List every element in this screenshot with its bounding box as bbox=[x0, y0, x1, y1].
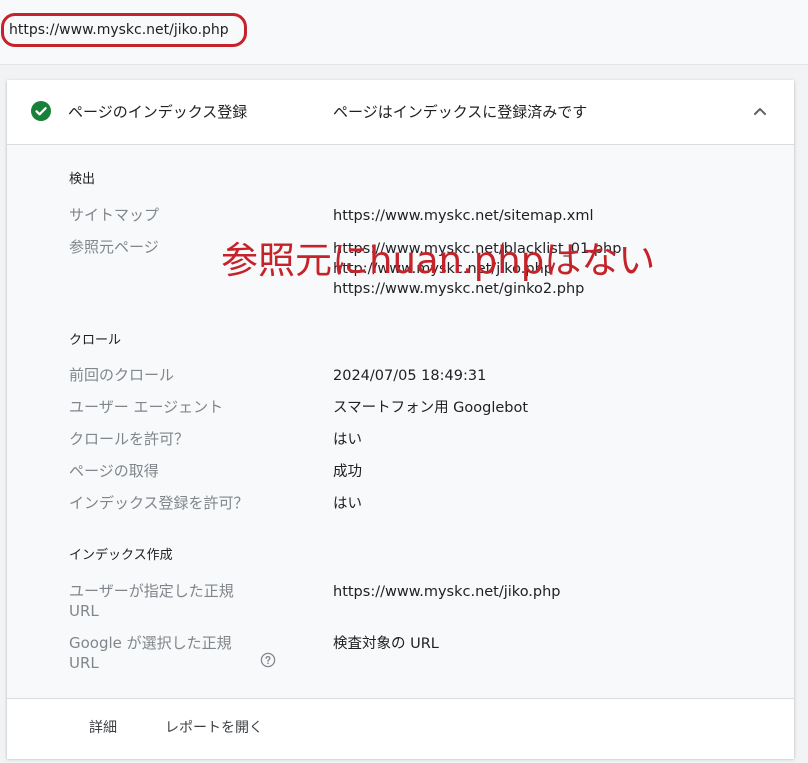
url-bar: https://www.myskc.net/jiko.php bbox=[0, 0, 808, 65]
google-canonical-value: 検査対象の URL bbox=[333, 636, 439, 652]
referring-page-label: 参照元ページ bbox=[69, 238, 159, 256]
check-circle-icon bbox=[31, 101, 51, 121]
google-canonical-label-cont: URL bbox=[69, 654, 99, 672]
user-canonical-label-cont: URL bbox=[69, 602, 99, 620]
crawl-allowed-label: クロールを許可？ bbox=[69, 430, 190, 448]
url-highlight-circle bbox=[1, 13, 247, 47]
card-header[interactable]: ページのインデックス登録 ページはインデックスに登録済みです bbox=[7, 80, 794, 145]
crawl-allowed-value: はい bbox=[333, 432, 362, 448]
indexing-allowed-label: インデックス登録を許可？ bbox=[69, 494, 249, 512]
card-body: 検出 サイトマップ https://www.myskc.net/sitemap.… bbox=[7, 145, 794, 698]
last-crawl-label: 前回のクロール bbox=[69, 366, 175, 384]
user-canonical-value: https://www.myskc.net/jiko.php bbox=[333, 584, 561, 600]
sitemap-label: サイトマップ bbox=[69, 206, 160, 224]
indexing-heading: インデックス作成 bbox=[69, 548, 173, 563]
user-canonical-label: ユーザーが指定した正規 bbox=[69, 582, 234, 600]
page-fetch-label: ページの取得 bbox=[69, 462, 159, 480]
crawl-heading: クロール bbox=[69, 333, 122, 348]
details-button[interactable]: 詳細 bbox=[89, 717, 117, 737]
help-circle-icon[interactable] bbox=[260, 652, 276, 668]
annotation-text: 参照元にhuan.phpはない bbox=[221, 239, 656, 282]
sitemap-value: https://www.myskc.net/sitemap.xml bbox=[333, 208, 594, 224]
chevron-up-icon[interactable] bbox=[748, 100, 772, 124]
card-footer: 詳細 レポートを開く bbox=[7, 698, 794, 759]
last-crawl-value: 2024/07/05 18:49:31 bbox=[333, 368, 487, 384]
card-title: ページのインデックス登録 bbox=[68, 103, 248, 121]
index-status: ページはインデックスに登録済みです bbox=[333, 103, 588, 121]
user-agent-value: スマートフォン用 Googlebot bbox=[333, 400, 529, 416]
page-indexing-card: ページのインデックス登録 ページはインデックスに登録済みです 検出 サイトマップ… bbox=[7, 80, 794, 759]
open-report-button[interactable]: レポートを開く bbox=[165, 717, 263, 737]
indexing-allowed-value: はい bbox=[333, 496, 362, 512]
discovery-heading: 検出 bbox=[69, 172, 96, 187]
user-agent-label: ユーザー エージェント bbox=[69, 398, 224, 416]
page-fetch-value: 成功 bbox=[333, 464, 362, 480]
google-canonical-label: Google が選択した正規 bbox=[69, 634, 232, 652]
